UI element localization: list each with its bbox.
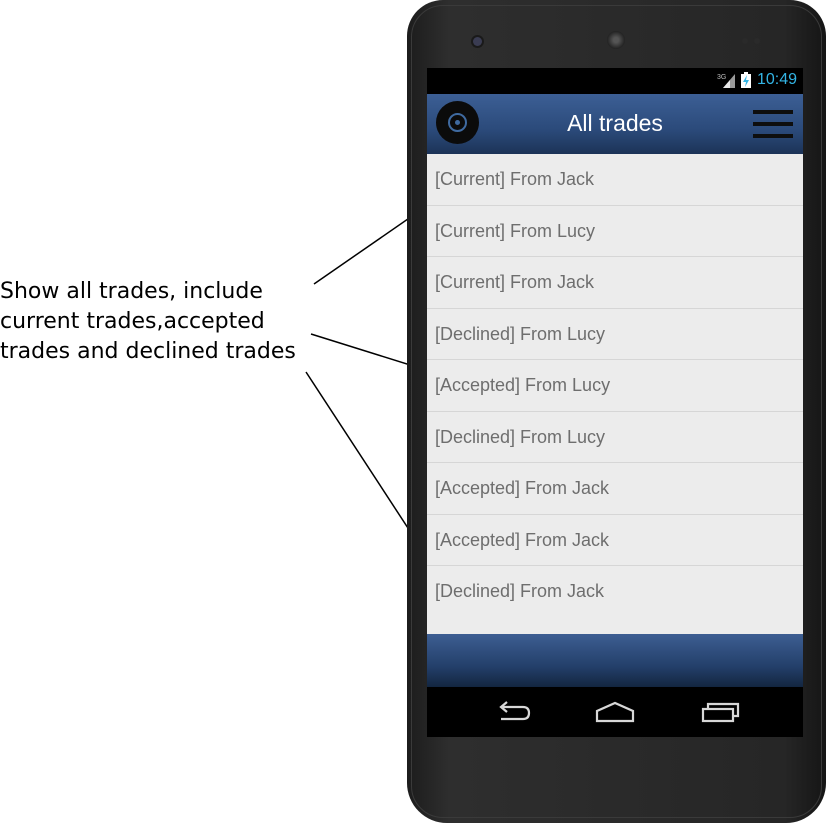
status-bar: 3G 10:49 bbox=[427, 68, 803, 94]
system-nav-bar bbox=[427, 687, 803, 737]
annotation-text: Show all trades, include current trades,… bbox=[0, 279, 296, 364]
trade-list-item[interactable]: [Accepted] From Jack bbox=[427, 463, 803, 515]
trade-list-item[interactable]: [Current] From Lucy bbox=[427, 206, 803, 257]
trade-list-item[interactable]: [Declined] From Lucy bbox=[427, 412, 803, 463]
app-bar: All trades bbox=[427, 94, 803, 154]
phone-frame: 3G 10:49 All trades [Current] From Jack … bbox=[407, 0, 826, 823]
proximity-sensor-icon bbox=[742, 38, 748, 44]
home-icon[interactable] bbox=[593, 697, 637, 727]
trade-list-item[interactable]: [Declined] From Jack bbox=[427, 566, 803, 618]
trade-list-item[interactable]: [Current] From Jack bbox=[427, 154, 803, 206]
phone-screen: 3G 10:49 All trades [Current] From Jack … bbox=[427, 68, 803, 737]
earpiece-speaker-icon bbox=[607, 31, 625, 49]
recent-apps-icon[interactable] bbox=[699, 697, 743, 727]
trades-list: [Current] From Jack [Current] From Lucy … bbox=[427, 154, 803, 634]
trade-list-item[interactable]: [Accepted] From Lucy bbox=[427, 360, 803, 412]
page-title: All trades bbox=[567, 110, 663, 136]
trade-list-item[interactable]: [Accepted] From Jack bbox=[427, 515, 803, 566]
battery-charging-icon bbox=[741, 72, 751, 88]
signal-3g-icon: 3G bbox=[717, 74, 735, 88]
back-icon[interactable] bbox=[491, 697, 535, 727]
svg-text:3G: 3G bbox=[717, 74, 726, 81]
hamburger-menu-icon[interactable] bbox=[753, 110, 793, 138]
trade-list-item[interactable]: [Current] From Jack bbox=[427, 257, 803, 309]
front-camera-icon bbox=[473, 37, 482, 46]
trade-list-item[interactable]: [Declined] From Lucy bbox=[427, 309, 803, 360]
bottom-bar bbox=[427, 634, 803, 687]
status-time: 10:49 bbox=[756, 71, 797, 88]
